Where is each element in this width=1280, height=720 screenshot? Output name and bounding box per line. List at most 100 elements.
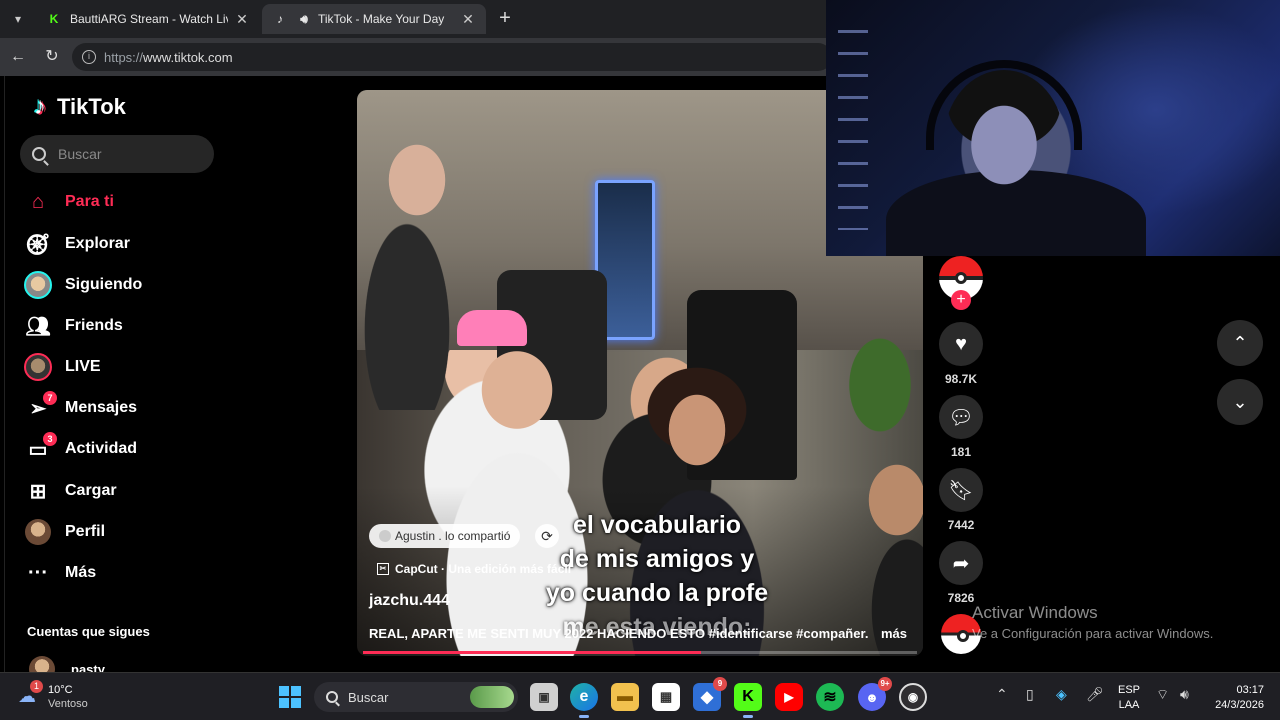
sidebar-item-actividad[interactable]: ▭ 3 Actividad [23, 432, 137, 465]
tiktok-logo[interactable]: ♪ TikTok [27, 94, 126, 120]
share-icon[interactable]: ➦ [939, 541, 983, 585]
activate-windows-title: Activar Windows [972, 603, 1098, 622]
bookmark-icon[interactable]: 🔖︎ [939, 468, 983, 512]
site-info-icon[interactable]: i [82, 50, 96, 64]
heart-icon[interactable]: ♥ [939, 322, 983, 366]
account-avatar [29, 656, 55, 672]
tiktok-note-icon: ♪ [34, 93, 46, 120]
clock-date: 24/3/2026 [1215, 699, 1264, 711]
wifi-icon[interactable]: ⌔ [1156, 686, 1169, 704]
comment-action[interactable]: 💬︎ 181 [937, 395, 985, 459]
audio-playing-icon[interactable]: 🔊︎ [296, 11, 312, 27]
more-icon: ··· [28, 561, 48, 584]
weather-badge: 1 [30, 680, 43, 693]
tiktok-icon: ♪ [277, 12, 283, 26]
plus-square-icon: ⊞ [29, 480, 47, 503]
save-count: 7442 [947, 518, 975, 532]
app-badge: 9 [713, 677, 727, 691]
share-action[interactable]: ➦ 7826 [937, 541, 985, 605]
following-account-item[interactable]: pasty [29, 656, 105, 672]
chevron-up-icon: ⌃ [1232, 332, 1248, 353]
video-scene-cap [457, 310, 527, 346]
next-video-button[interactable]: ⌄ [1217, 379, 1263, 425]
sidebar-item-label: Más [65, 564, 97, 581]
sidebar-item-explorar[interactable]: 🧭︎ Explorar [23, 228, 130, 260]
address-bar[interactable]: i https://www.tiktok.com [72, 43, 832, 71]
account-name: pasty [71, 661, 105, 673]
reposted-by-pill[interactable]: Agustin . lo compartió [369, 524, 521, 548]
microphone-icon[interactable]: 🎤︎ [1086, 686, 1104, 703]
video-author[interactable]: jazchu.444 [369, 592, 450, 610]
volume-icon[interactable]: 🔊︎ [1180, 686, 1189, 703]
search-icon [326, 691, 338, 703]
reposted-by-text: Agustin . lo compartió [395, 529, 511, 543]
capcut-anchor[interactable]: ✂ CapCut · Una edición más fácil [377, 562, 571, 576]
youtube-icon[interactable]: ▶ [775, 683, 803, 711]
video-progress-fill [363, 651, 701, 654]
clock[interactable]: 03:17 24/3/2026 [1206, 683, 1264, 713]
show-hidden-icons-chevron[interactable]: ⌃ [996, 686, 1008, 703]
capcut-label: CapCut · Una edición más fácil [395, 562, 572, 576]
repost-icon[interactable]: ⟳ [535, 524, 559, 548]
tab-list-menu-button[interactable]: ▾ [6, 8, 30, 30]
sidebar-item-live[interactable]: LIVE [23, 351, 101, 383]
language-line1: ESP [1117, 684, 1140, 696]
logo-text: TikTok [57, 94, 126, 119]
activate-windows-subtitle: Ve a Configuración para activar Windows. [972, 626, 1214, 641]
sidebar-item-siguiendo[interactable]: Siguiendo [23, 269, 142, 301]
previous-video-button[interactable]: ⌃ [1217, 320, 1263, 366]
folder-icon[interactable]: ▬ [611, 683, 639, 711]
more-link[interactable]: más [881, 626, 907, 641]
language-line2: LAA [1118, 699, 1140, 711]
taskbar-search[interactable]: Buscar [314, 682, 518, 712]
friends-icon: 👥︎ [25, 315, 51, 338]
spotify-icon[interactable]: ≋ [816, 683, 844, 711]
video-scene-person [857, 440, 923, 656]
new-tab-button[interactable]: + [494, 8, 516, 30]
video-description: REAL, APARTE ME SENTI MUY 2022 HACIENDO … [369, 626, 869, 641]
follow-plus-icon[interactable]: + [951, 290, 971, 310]
task-view-icon[interactable]: ▣ [530, 683, 558, 711]
video-progress-bar[interactable] [363, 651, 917, 654]
author-avatar-button[interactable]: + [937, 256, 985, 310]
start-button[interactable] [279, 686, 301, 708]
edge-browser-icon[interactable]: e [570, 683, 598, 718]
tab-tiktok[interactable]: ♪ 🔊︎ TikTok - Make Your Day ✕ [262, 4, 486, 34]
sidebar-item-label: Explorar [65, 235, 130, 252]
comment-icon[interactable]: 💬︎ [939, 395, 983, 439]
sidebar-item-cargar[interactable]: ⊞ Cargar [23, 475, 117, 507]
sidebar-item-friends[interactable]: 👥︎ Friends [23, 310, 123, 342]
sidebar-item-mensajes[interactable]: ➢ 7 Mensajes [23, 391, 137, 424]
kick-app-icon[interactable]: K [734, 683, 762, 718]
back-arrow-icon[interactable]: ← [8, 47, 28, 67]
tab-close-icon[interactable]: ✕ [234, 11, 250, 28]
url-host: www.tiktok.com [143, 49, 233, 65]
app-icon[interactable]: ◆ 9 [693, 677, 727, 711]
search-input[interactable]: Buscar [20, 135, 214, 173]
clock-time: 03:17 [1236, 684, 1264, 696]
sidebar-item-label: Siguiendo [65, 276, 143, 293]
discord-icon[interactable]: ☻ 9+ [858, 677, 892, 711]
obs-icon[interactable]: ◉ [899, 683, 927, 711]
comment-count: 181 [950, 445, 972, 459]
like-action[interactable]: ♥ 98.7K [937, 322, 985, 386]
following-avatar [23, 270, 53, 300]
sidebar-item-para-ti[interactable]: ⌂ Para ti [23, 186, 114, 218]
chevron-down-icon: ⌄ [1232, 391, 1248, 412]
search-placeholder: Buscar [58, 146, 102, 162]
search-icon [32, 147, 46, 161]
sidebar-item-perfil[interactable]: Perfil [23, 516, 105, 548]
language-indicator[interactable]: ESP LAA [1116, 683, 1142, 713]
usb-device-icon[interactable]: ▯ [1026, 686, 1034, 703]
reload-icon[interactable]: ↻ [42, 47, 62, 67]
like-count: 98.7K [944, 372, 978, 386]
weather-widget[interactable]: ☁ 1 10°C Ventoso [18, 680, 88, 711]
app-tray-icon[interactable]: ◈ [1056, 686, 1067, 703]
following-accounts-title: Cuentas que sigues [27, 624, 150, 639]
tab-close-icon[interactable]: ✕ [460, 11, 476, 28]
tab-kick-stream[interactable]: K BauttiARG Stream - Watch Live on ✕ [36, 4, 260, 34]
save-action[interactable]: 🔖︎ 7442 [937, 468, 985, 532]
store-icon[interactable]: ▦ [652, 683, 680, 711]
sidebar-item-mas[interactable]: ··· Más [23, 557, 96, 589]
discord-badge: 9+ [878, 677, 892, 691]
